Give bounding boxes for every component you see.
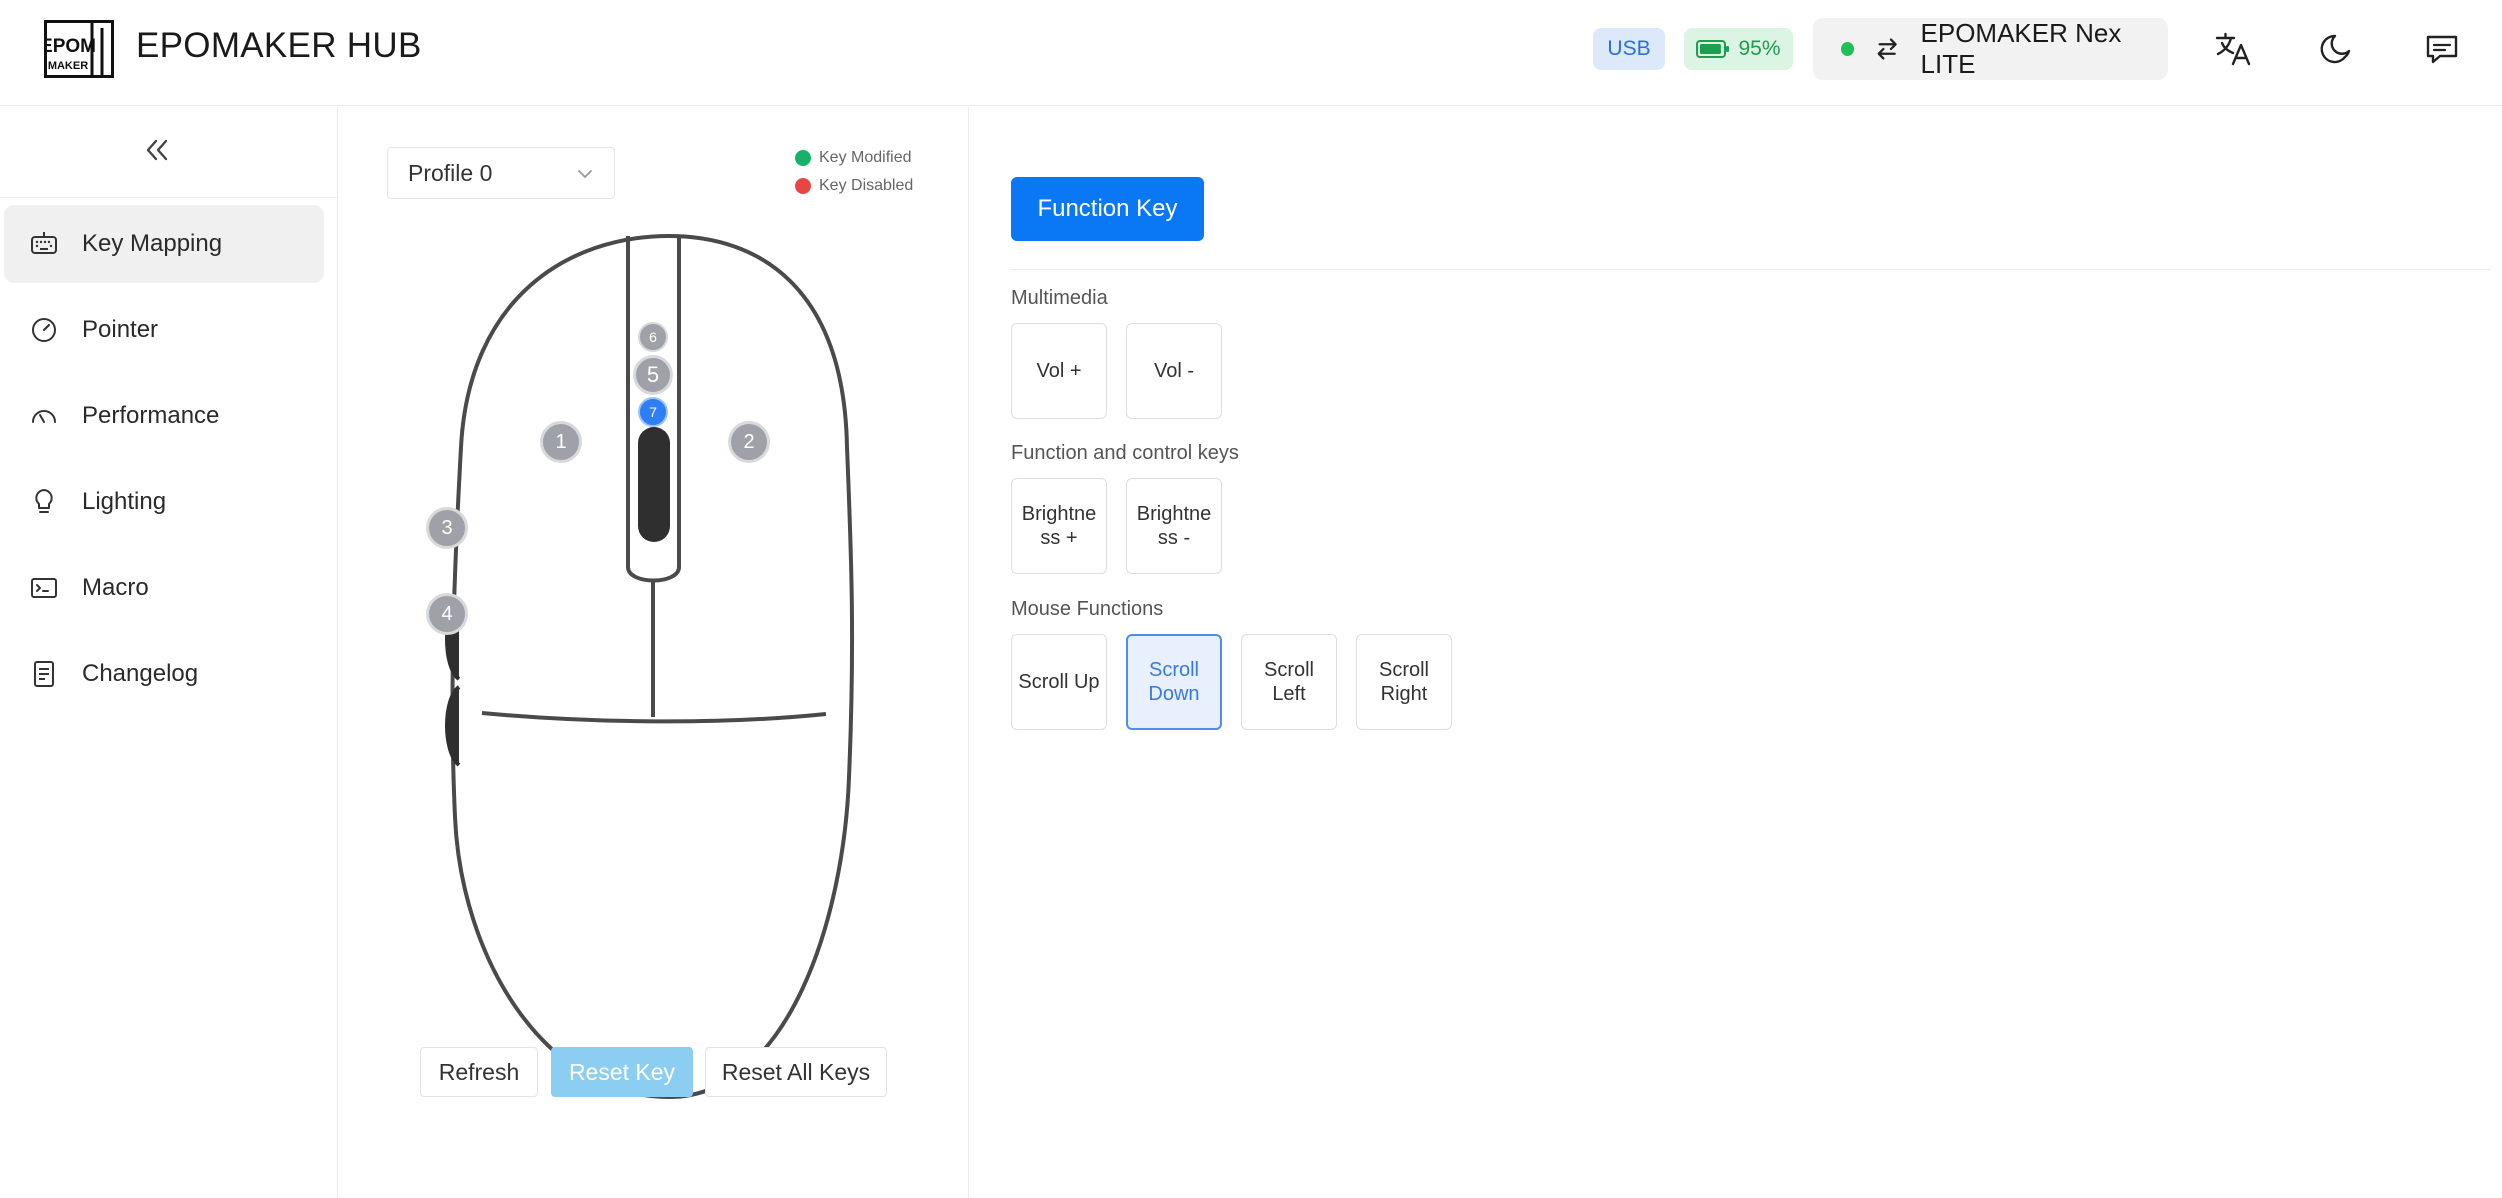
battery-percent: 95% <box>1738 37 1781 60</box>
mouse-key-4[interactable]: 4 <box>426 593 468 635</box>
key-scroll-up[interactable]: Scroll Up <box>1011 634 1107 730</box>
key-vol-up[interactable]: Vol + <box>1011 323 1107 419</box>
mouse-key-2[interactable]: 2 <box>728 421 770 463</box>
app-title: EPOMAKER HUB <box>136 26 422 65</box>
legend-modified-label: Key Modified <box>819 149 912 166</box>
feedback-icon[interactable] <box>2423 30 2461 68</box>
keyboard-icon <box>31 232 57 254</box>
key-brightness-up[interactable]: Brightne ss + <box>1011 478 1107 574</box>
key-scroll-right[interactable]: Scroll Right <box>1356 634 1452 730</box>
reset-all-keys-button[interactable]: Reset All Keys <box>705 1047 887 1097</box>
sidebar-item-label: Performance <box>82 402 220 429</box>
profile-label: Profile 0 <box>408 159 493 186</box>
svg-text:EPOM: EPOM <box>44 36 96 57</box>
sidebar-item-pointer[interactable]: Pointer <box>4 291 324 369</box>
sidebar-item-changelog[interactable]: Changelog <box>4 635 324 713</box>
sidebar-divider <box>0 197 338 198</box>
gauge-icon <box>32 318 56 342</box>
mouse-key-6[interactable]: 6 <box>638 322 668 352</box>
sidebar-item-label: Lighting <box>82 488 167 515</box>
content-divider <box>1011 269 2491 270</box>
sidebar-item-label: Pointer <box>82 316 159 343</box>
bulb-icon <box>35 489 53 513</box>
moon-icon[interactable] <box>2318 30 2356 68</box>
mouse-panel: Profile 0 Key Modified Key Disabled 1 2 … <box>339 107 969 1198</box>
mouse-key-1[interactable]: 1 <box>540 421 582 463</box>
section-title-mouse-functions: Mouse Functions <box>1011 598 1164 620</box>
key-function-panel: Function Key Multimedia Vol + Vol - Func… <box>970 107 2502 1198</box>
sidebar-item-key-mapping[interactable]: Key Mapping <box>4 205 324 283</box>
legend-modified-dot <box>795 150 811 166</box>
terminal-icon <box>31 578 57 598</box>
legend-modified: Key Modified <box>795 149 912 167</box>
translate-icon[interactable] <box>2214 30 2252 68</box>
epomaker-logo: EPOM MAKER <box>44 20 114 78</box>
sidebar-item-label: Key Mapping <box>82 230 223 257</box>
tab-function-key[interactable]: Function Key <box>1011 177 1204 241</box>
device-selector[interactable]: EPOMAKER Nex LITE <box>1813 18 2168 80</box>
device-status-dot <box>1841 42 1855 56</box>
mouse-key-5[interactable]: 5 <box>633 355 673 395</box>
svg-text:MAKER: MAKER <box>48 60 88 72</box>
collapse-sidebar-icon[interactable] <box>138 131 176 169</box>
refresh-button[interactable]: Refresh <box>420 1047 538 1097</box>
sidebar-item-label: Changelog <box>82 660 199 687</box>
connection-badge: USB <box>1593 28 1665 70</box>
key-brightness-down[interactable]: Brightne ss - <box>1126 478 1222 574</box>
key-scroll-left[interactable]: Scroll Left <box>1241 634 1337 730</box>
device-name: EPOMAKER Nex LITE <box>1920 18 2122 79</box>
legend-disabled-label: Key Disabled <box>819 177 914 194</box>
key-vol-down[interactable]: Vol - <box>1126 323 1222 419</box>
profile-select[interactable]: Profile 0 <box>387 147 615 199</box>
document-icon <box>34 661 54 687</box>
speedometer-icon <box>32 410 56 423</box>
mouse-key-3[interactable]: 3 <box>426 507 468 549</box>
sidebar-item-performance[interactable]: Performance <box>4 377 324 455</box>
battery-badge: 95% <box>1684 28 1793 70</box>
legend-disabled-dot <box>795 178 811 194</box>
battery-icon <box>1696 40 1730 58</box>
key-scroll-down[interactable]: Scroll Down <box>1126 634 1222 730</box>
section-title-multimedia: Multimedia <box>1011 287 1108 309</box>
sidebar-item-lighting[interactable]: Lighting <box>4 463 324 541</box>
section-title-function-control: Function and control keys <box>1011 442 1239 464</box>
swap-icon <box>1877 38 1897 60</box>
sidebar-item-macro[interactable]: Macro <box>4 549 324 627</box>
sidebar-item-label: Macro <box>82 574 149 601</box>
sidebar: Key Mapping Pointer Performance Lighting… <box>0 107 338 1198</box>
mouse-key-7[interactable]: 7 <box>638 397 668 427</box>
app-header: EPOM MAKER EPOMAKER HUB USB 95% EPOMAKER… <box>0 0 2502 106</box>
mouse-outline <box>445 233 855 1100</box>
chevron-down-icon <box>578 170 592 178</box>
legend-disabled: Key Disabled <box>795 177 913 195</box>
reset-key-button[interactable]: Reset Key <box>551 1047 693 1097</box>
